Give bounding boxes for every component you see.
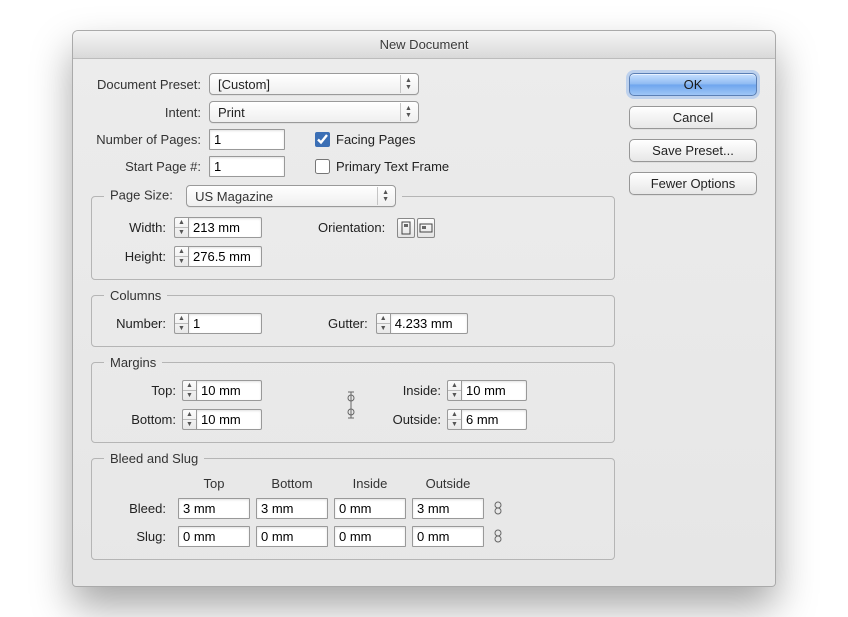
height-input[interactable] xyxy=(188,246,262,267)
bleed-slug-legend: Bleed and Slug xyxy=(104,451,204,466)
page-size-select[interactable]: US Magazine ▲▼ xyxy=(186,185,396,207)
dialog-body: Document Preset: [Custom] ▲▼ Intent: Pri… xyxy=(73,59,775,586)
stepper-icon[interactable]: ▲▼ xyxy=(174,313,188,334)
page-size-legend: Page Size: US Magazine ▲▼ xyxy=(104,185,402,207)
document-preset-select[interactable]: [Custom] ▲▼ xyxy=(209,73,419,95)
chain-icon xyxy=(491,528,505,544)
width-label: Width: xyxy=(104,220,166,235)
margin-outside-field[interactable]: ▲▼ xyxy=(447,409,602,430)
dialog-title: New Document xyxy=(73,31,775,59)
link-slug-icon[interactable] xyxy=(490,525,506,547)
bleed-bottom-input[interactable] xyxy=(256,498,328,519)
facing-pages-checkbox[interactable]: Facing Pages xyxy=(315,132,416,147)
columns-number-label: Number: xyxy=(104,316,166,331)
document-preset-label: Document Preset: xyxy=(91,77,209,92)
number-of-pages-label: Number of Pages: xyxy=(91,132,209,147)
bleed-slug-fieldset: Bleed and Slug Top Bottom Inside Outside… xyxy=(91,451,615,560)
portrait-icon xyxy=(401,221,411,235)
page-size-value: US Magazine xyxy=(195,189,273,204)
chain-icon xyxy=(344,388,358,422)
bs-header-outside: Outside xyxy=(412,476,484,491)
link-margins-icon[interactable] xyxy=(343,394,359,416)
slug-outside-input[interactable] xyxy=(412,526,484,547)
link-bleed-icon[interactable] xyxy=(490,497,506,519)
landscape-icon xyxy=(419,223,433,233)
bleed-top-input[interactable] xyxy=(178,498,250,519)
facing-pages-box[interactable] xyxy=(315,132,330,147)
margin-top-label: Top: xyxy=(104,383,176,398)
bleed-label: Bleed: xyxy=(104,501,172,516)
stepper-icon[interactable]: ▲▼ xyxy=(376,313,390,334)
facing-pages-label: Facing Pages xyxy=(336,132,416,147)
columns-fieldset: Columns Number: ▲▼ Gutter: ▲▼ xyxy=(91,288,615,347)
margin-outside-input[interactable] xyxy=(461,409,527,430)
orientation-portrait-button[interactable] xyxy=(397,218,415,238)
slug-top-input[interactable] xyxy=(178,526,250,547)
save-preset-button[interactable]: Save Preset... xyxy=(629,139,757,162)
margin-inside-input[interactable] xyxy=(461,380,527,401)
bleed-inside-input[interactable] xyxy=(334,498,406,519)
margin-top-input[interactable] xyxy=(196,380,262,401)
intent-label: Intent: xyxy=(91,105,209,120)
width-field[interactable]: ▲▼ xyxy=(174,217,262,238)
stepper-icon[interactable]: ▲▼ xyxy=(447,409,461,430)
slug-bottom-input[interactable] xyxy=(256,526,328,547)
bs-header-top: Top xyxy=(178,476,250,491)
bs-header-inside: Inside xyxy=(334,476,406,491)
cancel-button[interactable]: Cancel xyxy=(629,106,757,129)
primary-text-frame-checkbox[interactable]: Primary Text Frame xyxy=(315,159,449,174)
chain-icon xyxy=(491,500,505,516)
start-page-input[interactable] xyxy=(209,156,285,177)
fewer-options-button[interactable]: Fewer Options xyxy=(629,172,757,195)
bleed-outside-input[interactable] xyxy=(412,498,484,519)
new-document-dialog: New Document Document Preset: [Custom] ▲… xyxy=(72,30,776,587)
margin-outside-label: Outside: xyxy=(371,412,441,427)
primary-text-frame-box[interactable] xyxy=(315,159,330,174)
right-column: OK Cancel Save Preset... Fewer Options xyxy=(629,73,757,568)
select-arrows-icon: ▲▼ xyxy=(400,103,416,121)
stepper-icon[interactable]: ▲▼ xyxy=(182,380,196,401)
margin-bottom-label: Bottom: xyxy=(104,412,176,427)
slug-inside-input[interactable] xyxy=(334,526,406,547)
margin-inside-field[interactable]: ▲▼ xyxy=(447,380,602,401)
columns-number-field[interactable]: ▲▼ xyxy=(174,313,262,334)
gutter-label: Gutter: xyxy=(328,316,368,331)
margins-legend: Margins xyxy=(104,355,162,370)
page-size-fieldset: Page Size: US Magazine ▲▼ Width: ▲▼ Orie… xyxy=(91,185,615,280)
height-label: Height: xyxy=(104,249,166,264)
stepper-icon[interactable]: ▲▼ xyxy=(447,380,461,401)
gutter-input[interactable] xyxy=(390,313,468,334)
orientation-landscape-button[interactable] xyxy=(417,218,435,238)
select-arrows-icon: ▲▼ xyxy=(400,75,416,93)
margin-bottom-input[interactable] xyxy=(196,409,262,430)
width-input[interactable] xyxy=(188,217,262,238)
orientation-label: Orientation: xyxy=(318,220,385,235)
page-size-legend-text: Page Size: xyxy=(110,187,173,202)
primary-text-frame-label: Primary Text Frame xyxy=(336,159,449,174)
intent-value: Print xyxy=(218,105,245,120)
height-field[interactable]: ▲▼ xyxy=(174,246,262,267)
document-preset-value: [Custom] xyxy=(218,77,270,92)
slug-label: Slug: xyxy=(104,529,172,544)
stepper-icon[interactable]: ▲▼ xyxy=(174,246,188,267)
margin-inside-label: Inside: xyxy=(371,383,441,398)
columns-number-input[interactable] xyxy=(188,313,262,334)
start-page-label: Start Page #: xyxy=(91,159,209,174)
bs-header-bottom: Bottom xyxy=(256,476,328,491)
margins-fieldset: Margins Top: ▲▼ Inside: xyxy=(91,355,615,443)
number-of-pages-input[interactable] xyxy=(209,129,285,150)
intent-select[interactable]: Print ▲▼ xyxy=(209,101,419,123)
left-column: Document Preset: [Custom] ▲▼ Intent: Pri… xyxy=(91,73,615,568)
select-arrows-icon: ▲▼ xyxy=(377,187,393,205)
margin-bottom-field[interactable]: ▲▼ xyxy=(182,409,337,430)
ok-button[interactable]: OK xyxy=(629,73,757,96)
columns-legend: Columns xyxy=(104,288,167,303)
gutter-field[interactable]: ▲▼ xyxy=(376,313,468,334)
stepper-icon[interactable]: ▲▼ xyxy=(174,217,188,238)
margin-top-field[interactable]: ▲▼ xyxy=(182,380,337,401)
stepper-icon[interactable]: ▲▼ xyxy=(182,409,196,430)
